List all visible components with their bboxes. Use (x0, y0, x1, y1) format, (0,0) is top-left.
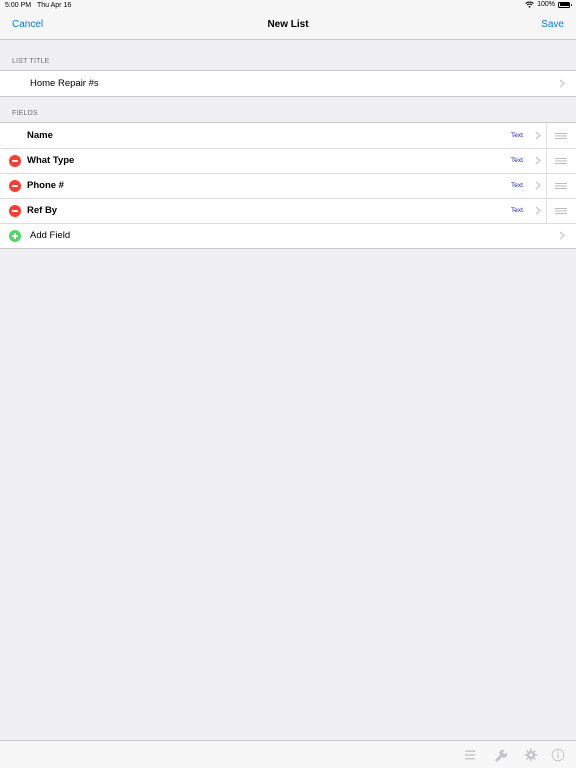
field-row[interactable]: Phone # Text (0, 173, 576, 198)
drag-handle-icon[interactable] (555, 158, 567, 164)
field-name: Phone # (27, 180, 64, 191)
field-type[interactable]: Text (511, 132, 523, 139)
delete-field-button[interactable] (9, 180, 21, 192)
status-time: 5:00 PM (5, 2, 32, 9)
status-bar: 5:00 PM Thu Apr 16 100% (0, 0, 576, 12)
gear-icon[interactable] (524, 748, 538, 762)
add-field-button[interactable] (9, 230, 21, 242)
info-icon[interactable] (551, 748, 565, 762)
field-type[interactable]: Text (511, 182, 523, 189)
divider (546, 198, 547, 223)
list-title-row[interactable]: Home Repair #s (0, 71, 576, 96)
field-type[interactable]: Text (511, 207, 523, 214)
list-icon[interactable] (463, 748, 477, 762)
add-field-row[interactable]: Add Field (0, 223, 576, 248)
field-row[interactable]: Name Text (0, 123, 576, 148)
chevron-right-icon (535, 206, 541, 215)
page-title: New List (267, 19, 309, 30)
bottom-toolbar (0, 740, 576, 768)
field-type[interactable]: Text (511, 157, 523, 164)
fields-group: Name Text What Type Text Phone # Text Re… (0, 122, 576, 249)
field-name: What Type (27, 155, 75, 166)
drag-handle-icon[interactable] (555, 183, 567, 189)
nav-bar: Cancel New List Save (0, 12, 576, 40)
battery-icon (558, 1, 572, 8)
field-row[interactable]: Ref By Text (0, 198, 576, 223)
battery-percent: 100% (537, 1, 555, 8)
delete-field-button[interactable] (9, 205, 21, 217)
status-right: 100% (525, 1, 572, 8)
wifi-icon (525, 1, 534, 8)
chevron-right-icon (559, 231, 565, 240)
chevron-right-icon (535, 131, 541, 140)
save-button[interactable]: Save (541, 19, 564, 30)
list-title-group: Home Repair #s (0, 70, 576, 97)
add-field-label: Add Field (30, 230, 71, 241)
chevron-right-icon (535, 181, 541, 190)
chevron-right-icon (559, 79, 565, 88)
drag-handle-icon[interactable] (555, 133, 567, 139)
drag-handle-icon[interactable] (555, 208, 567, 214)
divider (546, 173, 547, 198)
list-title-header: LIST TITLE (12, 58, 50, 65)
wrench-icon[interactable] (493, 748, 507, 762)
chevron-right-icon (535, 156, 541, 165)
fields-header: FIELDS (12, 110, 38, 117)
field-name: Ref By (27, 205, 58, 216)
list-title-value: Home Repair #s (30, 78, 99, 89)
divider (546, 148, 547, 173)
field-name: Name (27, 130, 53, 141)
delete-field-button[interactable] (9, 155, 21, 167)
field-row[interactable]: What Type Text (0, 148, 576, 173)
divider (546, 123, 547, 148)
screen: 5:00 PM Thu Apr 16 100% Cancel New List … (0, 0, 576, 768)
status-date: Thu Apr 16 (37, 2, 72, 9)
